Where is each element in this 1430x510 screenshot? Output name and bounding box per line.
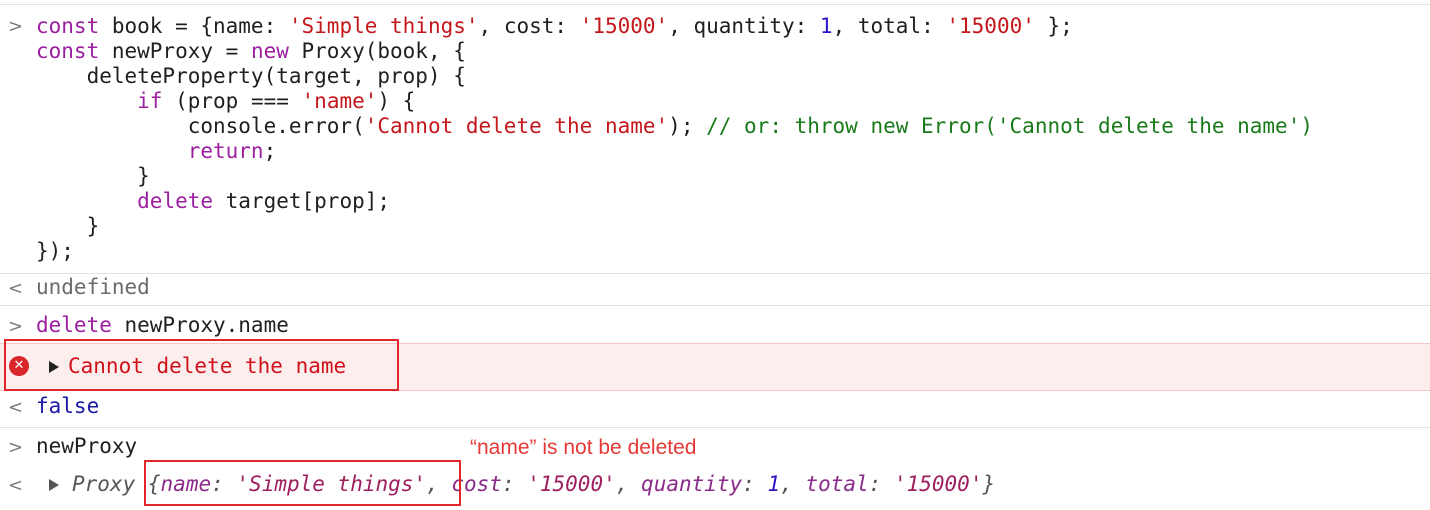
code-token: if xyxy=(137,89,163,113)
code-token: new xyxy=(250,39,289,63)
annotation-text: “name” is not be deleted xyxy=(470,436,697,459)
property-value: 1 xyxy=(767,472,781,496)
code-line: return; xyxy=(36,139,1313,164)
highlight-box-error xyxy=(4,339,399,391)
result-false: false xyxy=(36,394,100,418)
code-token: 'Simple things' xyxy=(288,14,479,38)
code-line: deleteProperty(target, prop) { xyxy=(36,64,1313,89)
divider xyxy=(0,305,1430,306)
code-token: '15000' xyxy=(946,14,1035,38)
delete-target: newProxy.name xyxy=(111,313,289,337)
code-line: delete target[prop]; xyxy=(36,189,1313,214)
console-input-code[interactable]: const book = {name: 'Simple things', cos… xyxy=(36,14,1313,264)
top-divider xyxy=(0,4,1430,5)
property-value: '15000' xyxy=(893,472,983,496)
code-token: deleteProperty(target, prop) { xyxy=(36,64,466,88)
property-value: '15000' xyxy=(527,472,616,496)
code-token: 'name' xyxy=(301,89,378,113)
code-line: } xyxy=(36,214,1313,239)
divider xyxy=(0,273,1430,274)
property-key: quantity xyxy=(641,472,743,496)
code-token: const xyxy=(36,14,100,38)
code-token: ); xyxy=(668,114,707,138)
code-token: ) { xyxy=(377,89,416,113)
divider xyxy=(0,427,1430,428)
code-token: } xyxy=(36,214,100,238)
code-token: // or: throw new Error('Cannot delete th… xyxy=(706,114,1313,138)
result-undefined: undefined xyxy=(36,275,150,299)
code-token: 'Cannot delete the name' xyxy=(364,114,669,138)
code-token: Proxy(book, { xyxy=(288,39,466,63)
code-token: '15000' xyxy=(579,14,669,38)
colon: : xyxy=(501,472,528,496)
code-token: 1 xyxy=(819,14,833,38)
code-token: }); xyxy=(36,239,74,263)
code-token: book = {name: xyxy=(99,14,289,38)
code-line: const book = {name: 'Simple things', cos… xyxy=(36,14,1313,39)
property-key: total xyxy=(805,472,869,496)
code-token: , total: xyxy=(832,14,947,38)
code-line: }); xyxy=(36,239,1313,264)
colon: : xyxy=(742,472,768,496)
code-line: if (prop === 'name') { xyxy=(36,89,1313,114)
code-token: }; xyxy=(1034,14,1073,38)
chevron-left-icon: < xyxy=(8,278,24,299)
code-token: console.error( xyxy=(36,114,365,138)
chevron-right-icon: > xyxy=(8,437,24,458)
code-token: , cost: xyxy=(478,14,580,38)
triangle-right-icon[interactable] xyxy=(49,479,59,491)
chevron-left-icon: < xyxy=(8,475,24,496)
brace-close: } xyxy=(982,472,996,496)
chevron-right-icon: > xyxy=(8,16,24,37)
code-line: } xyxy=(36,164,1313,189)
code-token: (prop === xyxy=(162,89,302,113)
colon: : xyxy=(868,472,894,496)
code-token: return xyxy=(187,139,264,163)
code-line: const newProxy = new Proxy(book, { xyxy=(36,39,1313,64)
console-input-delete[interactable]: delete newProxy.name xyxy=(36,313,289,338)
proxy-label: Proxy xyxy=(72,472,136,496)
code-token: , quantity: xyxy=(668,14,820,38)
code-token: ; xyxy=(263,139,277,163)
highlight-box-name xyxy=(144,460,461,506)
comma: , xyxy=(780,472,806,496)
code-line: console.error('Cannot delete the name');… xyxy=(36,114,1313,139)
comma: , xyxy=(615,472,642,496)
delete-keyword: delete xyxy=(36,313,112,337)
chevron-right-icon: > xyxy=(8,316,24,337)
chevron-left-icon: < xyxy=(8,397,24,418)
code-token: } xyxy=(36,164,150,188)
code-token: newProxy = xyxy=(99,39,251,63)
code-token: target[prop]; xyxy=(213,189,391,213)
console-input-newproxy[interactable]: newProxy xyxy=(36,434,137,459)
code-token: delete xyxy=(137,189,214,213)
code-token: const xyxy=(36,39,100,63)
